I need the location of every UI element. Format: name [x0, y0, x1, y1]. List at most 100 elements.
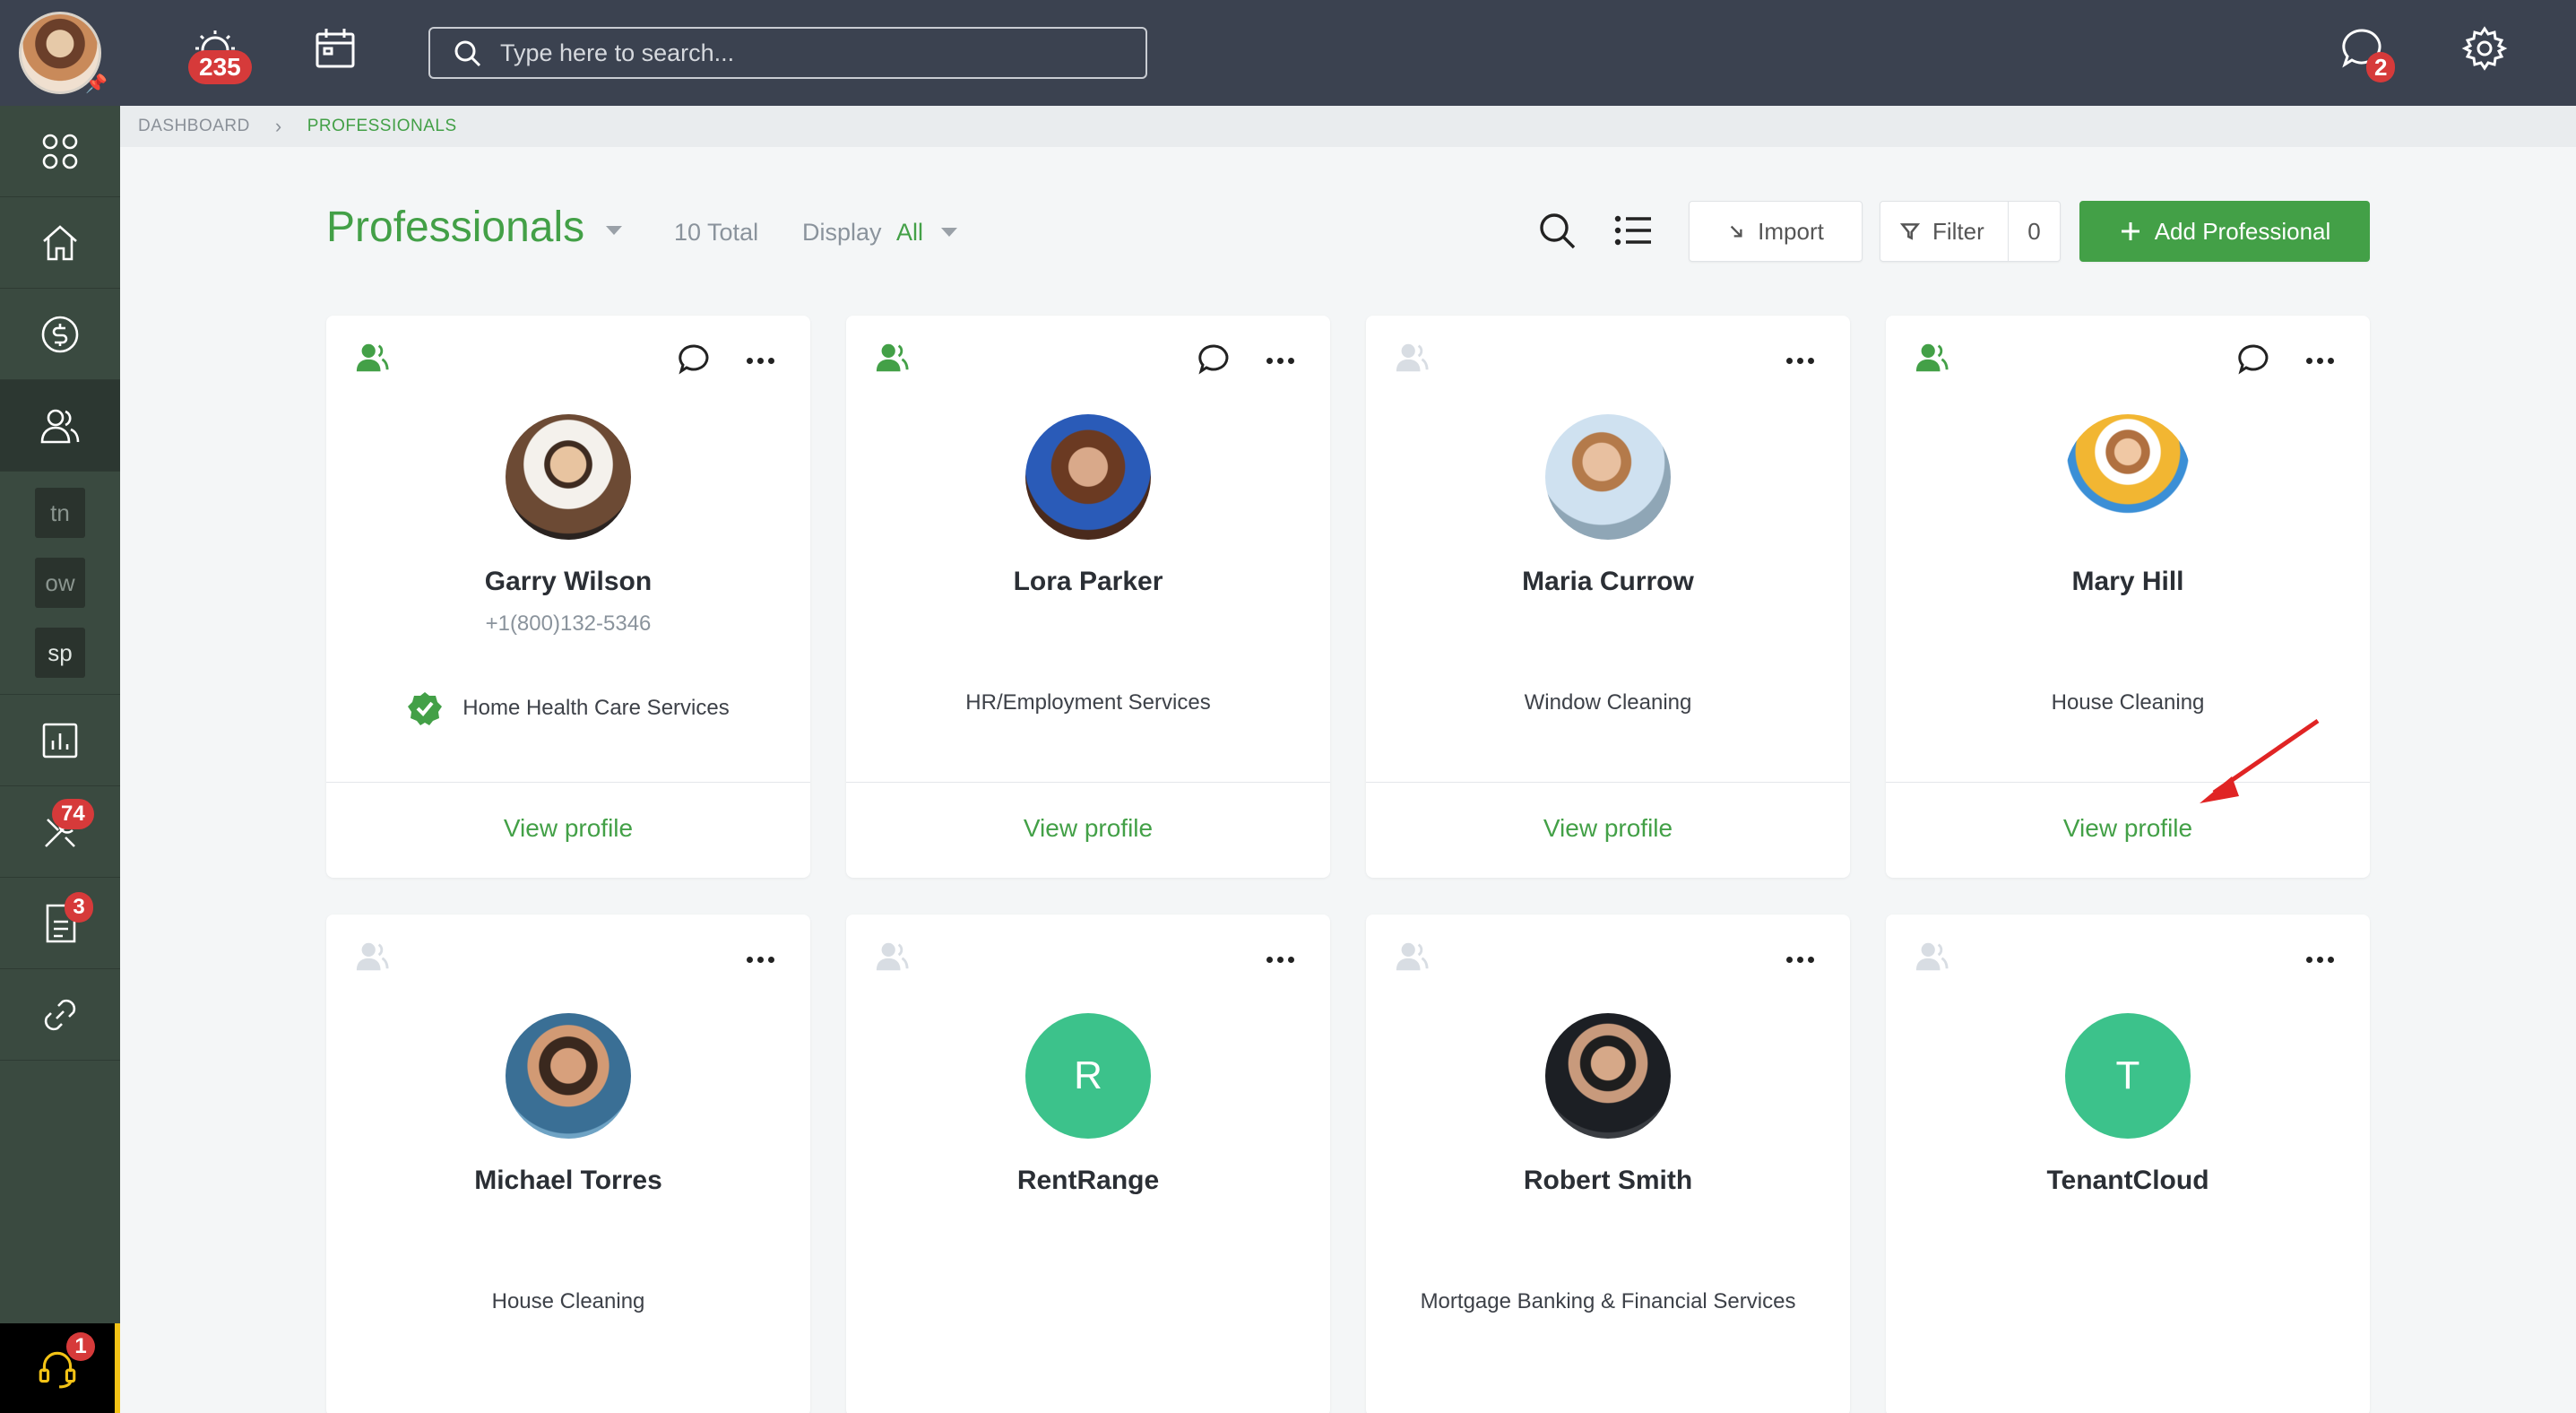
- view-profile-link[interactable]: View profile: [1366, 814, 1850, 843]
- verified-badge-icon: [408, 692, 443, 725]
- professional-name: Garry Wilson: [484, 567, 653, 596]
- user-inactive-icon: [875, 940, 911, 975]
- more-options-button[interactable]: [2302, 941, 2338, 977]
- avatar-initials: T: [2065, 1013, 2191, 1139]
- user-active-icon: [875, 341, 911, 377]
- professional-service: Home Health Care Services: [326, 690, 810, 726]
- service-label: Mortgage Banking & Financial Services: [1420, 1289, 1796, 1313]
- avatar: [1025, 414, 1151, 540]
- breadcrumb: DASHBOARD › PROFESSIONALS: [120, 106, 2576, 147]
- maintenance-count-badge: 74: [52, 799, 94, 829]
- display-caret-down-icon[interactable]: [941, 228, 957, 237]
- professional-service: Window Cleaning: [1366, 690, 1850, 715]
- user-inactive-icon: [1395, 341, 1431, 377]
- divider: [846, 782, 1330, 783]
- filter-count: 0: [2008, 202, 2060, 261]
- professional-service: HR/Employment Services: [846, 690, 1330, 715]
- divider: [326, 782, 810, 783]
- breadcrumb-current: PROFESSIONALS: [307, 117, 457, 135]
- more-options-button[interactable]: [742, 342, 778, 378]
- import-button[interactable]: Import: [1689, 201, 1863, 262]
- professional-card: Michael Torres House Cleaning: [326, 915, 810, 1413]
- message-button[interactable]: [678, 342, 713, 378]
- service-label: House Cleaning: [491, 1289, 645, 1313]
- calendar-button[interactable]: [312, 25, 366, 79]
- search-box[interactable]: [428, 27, 1147, 79]
- more-options-button[interactable]: [1782, 342, 1818, 378]
- view-profile-link[interactable]: View profile: [326, 814, 810, 843]
- documents-count-badge: 3: [65, 892, 93, 923]
- sidebar-item-home[interactable]: [0, 197, 120, 289]
- message-button[interactable]: [1197, 342, 1233, 378]
- sidebar-item-documents[interactable]: 3: [0, 878, 120, 969]
- more-options-button[interactable]: [1782, 941, 1818, 977]
- title-caret-down-icon[interactable]: [606, 226, 622, 235]
- help-count-badge: 1: [66, 1332, 95, 1361]
- add-professional-button[interactable]: Add Professional: [2079, 201, 2370, 262]
- shortcut-tn[interactable]: tn: [35, 488, 85, 538]
- view-profile-link[interactable]: View profile: [846, 814, 1330, 843]
- list-icon: [1614, 215, 1651, 246]
- import-button-label: Import: [1758, 217, 1824, 245]
- plus-icon: [2121, 222, 2139, 240]
- topbar: 235 2: [120, 0, 2576, 106]
- search-input[interactable]: [500, 39, 1128, 67]
- search-toggle-button[interactable]: [1536, 210, 1581, 255]
- user-inactive-icon: [1395, 940, 1431, 975]
- avatar: [506, 414, 631, 540]
- service-label: Home Health Care Services: [462, 696, 730, 720]
- pin-icon: 📌: [85, 74, 108, 94]
- more-options-button[interactable]: [2302, 342, 2338, 378]
- service-label: Window Cleaning: [1524, 690, 1692, 715]
- user-active-icon: [1915, 341, 1950, 377]
- dollar-circle-icon: [41, 316, 79, 352]
- divider: [1366, 782, 1850, 783]
- shortcut-sp[interactable]: sp: [35, 628, 85, 678]
- notifications-button[interactable]: 235: [188, 25, 252, 84]
- user-avatar-block[interactable]: 📌: [0, 0, 120, 106]
- users-icon: [40, 409, 80, 443]
- professional-service: Mortgage Banking & Financial Services: [1366, 1289, 1850, 1314]
- avatar: [506, 1013, 631, 1139]
- chart-icon: [42, 723, 78, 758]
- chat-bubble-icon: [679, 344, 709, 375]
- view-profile-link[interactable]: View profile: [1886, 814, 2370, 843]
- avatar: [1545, 1013, 1671, 1139]
- page-title[interactable]: Professionals: [326, 203, 584, 252]
- chevron-right-icon: ›: [274, 115, 282, 137]
- user-active-icon: [355, 341, 391, 377]
- professional-service: House Cleaning: [326, 1289, 810, 1314]
- sidebar-item-apps[interactable]: [0, 106, 120, 197]
- help-support-button[interactable]: 1: [0, 1323, 120, 1413]
- shortcut-ow[interactable]: ow: [35, 558, 85, 608]
- sidebar-item-links[interactable]: [0, 969, 120, 1061]
- professional-phone: +1(800)132-5346: [485, 611, 652, 636]
- list-view-button[interactable]: [1613, 210, 1658, 255]
- more-options-button[interactable]: [1262, 342, 1298, 378]
- more-options-button[interactable]: [1262, 941, 1298, 977]
- settings-button[interactable]: [2461, 25, 2515, 79]
- avatar-initials: R: [1025, 1013, 1151, 1139]
- sidebar-item-payments[interactable]: [0, 289, 120, 380]
- professional-card: Maria Currow Window Cleaning View profil…: [1366, 316, 1850, 878]
- apps-grid-icon: [42, 134, 78, 169]
- filter-button[interactable]: Filter 0: [1880, 201, 2061, 262]
- breadcrumb-dashboard-link[interactable]: DASHBOARD: [138, 117, 250, 136]
- sidebar-item-professionals[interactable]: [0, 380, 120, 472]
- display-filter-select[interactable]: All: [896, 219, 923, 247]
- sidebar-item-maintenance[interactable]: 74: [0, 786, 120, 878]
- display-label: Display: [802, 219, 882, 246]
- chat-button[interactable]: 2: [2339, 25, 2396, 82]
- professional-service: House Cleaning: [1886, 690, 2370, 715]
- search-icon: [454, 40, 481, 67]
- more-options-button[interactable]: [742, 941, 778, 977]
- sidebar-item-reports[interactable]: [0, 695, 120, 786]
- chat-bubble-icon: [1198, 344, 1229, 375]
- chat-bubble-icon: [2238, 344, 2269, 375]
- user-inactive-icon: [355, 940, 391, 975]
- message-button[interactable]: [2237, 342, 2273, 378]
- avatar: [1545, 414, 1671, 540]
- notifications-count-badge: 235: [188, 50, 252, 84]
- professional-card: Robert Smith Mortgage Banking & Financia…: [1366, 915, 1850, 1413]
- import-arrow-icon: [1730, 225, 1742, 238]
